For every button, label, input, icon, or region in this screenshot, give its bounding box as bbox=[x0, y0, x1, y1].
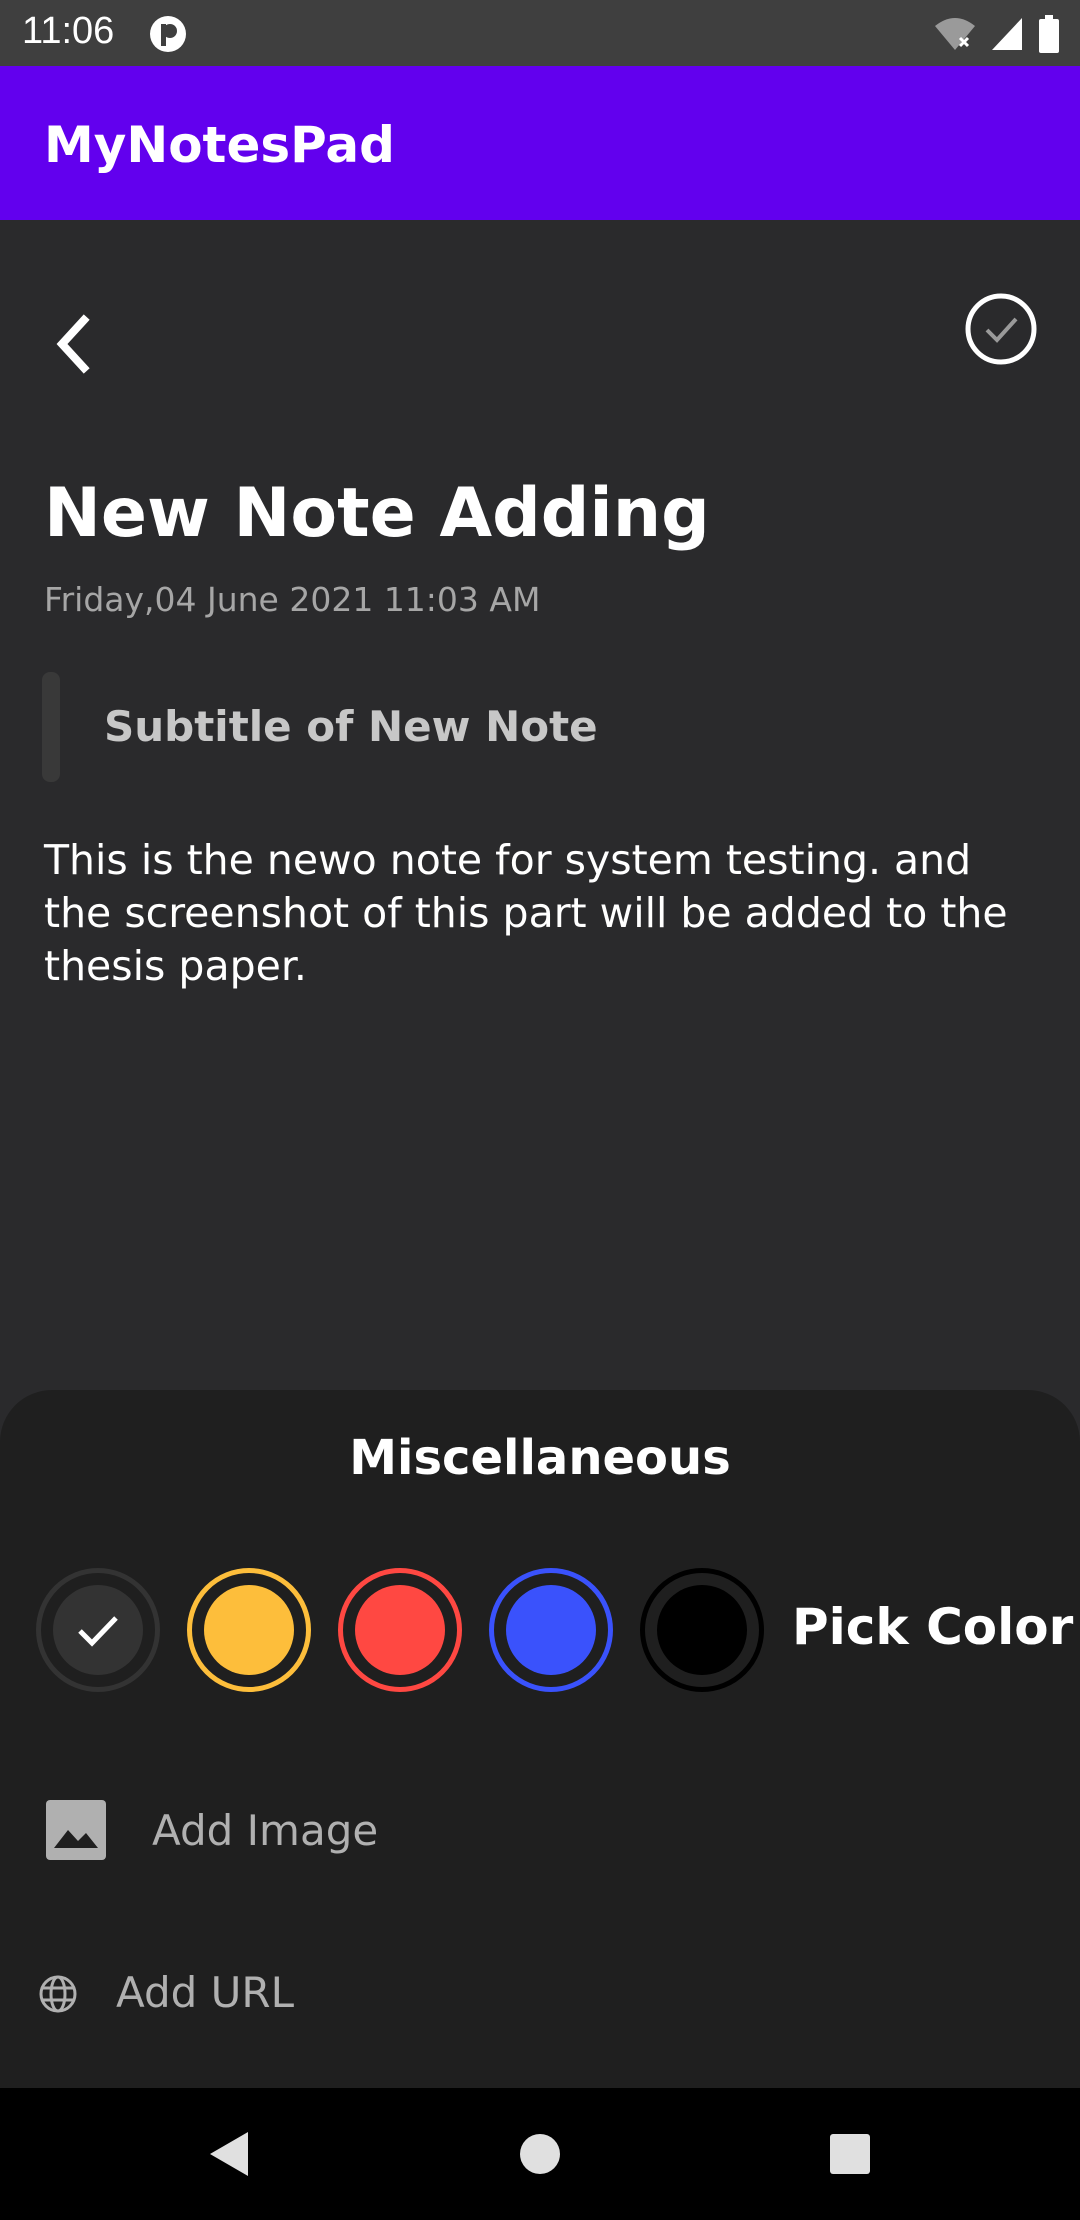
back-triangle-icon[interactable] bbox=[204, 2126, 260, 2182]
color-swatch-black[interactable] bbox=[640, 1568, 764, 1692]
note-title[interactable]: New Note Adding bbox=[44, 474, 710, 553]
app-bar: MyNotesPad bbox=[0, 66, 1080, 220]
add-image-row[interactable]: Add Image bbox=[0, 1780, 1080, 1880]
signal-icon bbox=[992, 18, 1022, 50]
navigation-bar bbox=[0, 2088, 1080, 2220]
add-url-row[interactable]: Add URL bbox=[0, 1946, 1080, 2046]
color-swatch-red-fill bbox=[355, 1585, 445, 1675]
color-swatch-black-fill bbox=[657, 1585, 747, 1675]
check-icon bbox=[78, 1616, 118, 1647]
status-icons bbox=[934, 14, 1060, 54]
pick-color-label[interactable]: Pick Color bbox=[792, 1598, 1073, 1656]
miscellaneous-sheet: Miscellaneous Pick Color Add Image Add U… bbox=[0, 1390, 1080, 2090]
color-swatch-yellow-fill bbox=[204, 1585, 294, 1675]
add-image-label: Add Image bbox=[152, 1806, 379, 1855]
battery-icon bbox=[1039, 15, 1059, 53]
color-swatch-blue[interactable] bbox=[489, 1568, 613, 1692]
color-swatch-yellow[interactable] bbox=[187, 1568, 311, 1692]
add-url-label: Add URL bbox=[116, 1968, 294, 2017]
sheet-title[interactable]: Miscellaneous bbox=[0, 1430, 1080, 1486]
note-body[interactable]: This is the newo note for system testing… bbox=[44, 834, 1044, 993]
recents-square-icon[interactable] bbox=[822, 2126, 878, 2182]
back-icon[interactable] bbox=[48, 312, 100, 376]
wifi-icon bbox=[935, 18, 975, 50]
color-swatch-red[interactable] bbox=[338, 1568, 462, 1692]
app-notification-icon bbox=[150, 16, 186, 52]
color-swatch-blue-fill bbox=[506, 1585, 596, 1675]
subtitle-indicator bbox=[42, 672, 60, 782]
note-subtitle[interactable]: Subtitle of New Note bbox=[104, 702, 598, 751]
status-bar: 11:06 bbox=[0, 0, 1080, 66]
status-time: 11:06 bbox=[22, 10, 115, 52]
home-circle-icon[interactable] bbox=[512, 2126, 568, 2182]
globe-icon bbox=[39, 1975, 77, 2013]
note-datetime: Friday,04 June 2021 11:03 AM bbox=[44, 580, 541, 619]
checkmark-circle-icon[interactable] bbox=[964, 292, 1038, 366]
color-swatch-default[interactable] bbox=[36, 1568, 160, 1692]
app-title: MyNotesPad bbox=[44, 116, 395, 174]
image-icon bbox=[46, 1800, 106, 1860]
